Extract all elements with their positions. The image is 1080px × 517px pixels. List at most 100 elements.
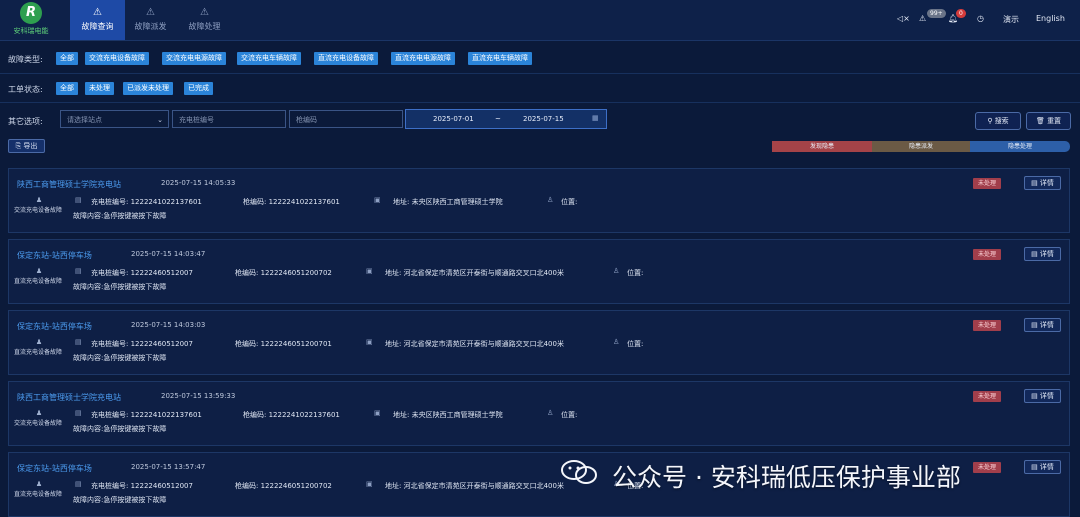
step-dispatch: 隐患派发 (872, 141, 970, 152)
pile-icon: ▤ (75, 409, 82, 417)
station-name[interactable]: 陕西工商管理硕士学院充电站 (17, 392, 121, 403)
gun-code-input[interactable]: 枪编码 (289, 110, 403, 128)
address-label: 地址: (393, 411, 410, 419)
search-button[interactable]: ⚲ 搜索 (975, 112, 1021, 130)
station-placeholder: 请选择站点 (67, 116, 102, 124)
tab-fault-handle[interactable]: ⚠ 故障处理 (177, 0, 232, 40)
location-user-icon: ♙ (613, 338, 620, 346)
station-name[interactable]: 保定东站-站西停车场 (17, 250, 92, 261)
chevron-down-icon: ⌄ (157, 116, 163, 124)
pile-number: 12222460512007 (130, 340, 193, 348)
gun-code-placeholder: 枪编码 (296, 116, 317, 124)
export-label: 导出 (23, 142, 38, 150)
address-label: 地址: (385, 340, 402, 348)
export-button[interactable]: ⎘ 导出 (8, 139, 45, 153)
work-status-chip[interactable]: 已完成 (184, 82, 213, 95)
image-icon: ▣ (366, 267, 373, 275)
warning-icon[interactable]: ⚠ 99+ (919, 9, 946, 23)
detail-button[interactable]: ▤ 详情 (1024, 176, 1061, 190)
pile-icon: ▤ (75, 480, 82, 488)
pile-icon: ▤ (75, 338, 82, 346)
image-icon: ▣ (366, 338, 373, 346)
work-status-chip[interactable]: 全部 (56, 82, 78, 95)
work-status-chip[interactable]: 未处理 (85, 82, 114, 95)
status-badge: 未处理 (973, 462, 1001, 473)
fault-type: 交流充电设备故障 (13, 207, 62, 214)
reset-button[interactable]: 🗑︎ 重置 (1026, 112, 1071, 130)
location-user-icon: ♙ (613, 267, 620, 275)
location-user-icon: ♙ (547, 196, 554, 204)
fault-type-chip[interactable]: 交流充电车辆故障 (237, 52, 301, 65)
search-icon: ⚲ (987, 117, 993, 125)
person-icon: ♟ (35, 196, 43, 204)
divider (0, 102, 1080, 103)
trash-icon: 🗑︎ (1035, 117, 1045, 125)
record-time: 2025-07-15 13:59:33 (161, 392, 236, 400)
station-name[interactable]: 保定东站-站西停车场 (17, 463, 92, 474)
station-name[interactable]: 保定东站-站西停车场 (17, 321, 92, 332)
gun-label: 枪编码: (235, 482, 259, 490)
tab-fault-dispatch[interactable]: ⚠ 故障派发 (123, 0, 178, 40)
location-label: 位置: (561, 411, 578, 419)
gun-label: 枪编码: (243, 411, 267, 419)
tab-label: 故障处理 (188, 22, 221, 31)
date-start: 2025-07-01 (433, 115, 474, 123)
speaker-mute-icon[interactable]: ◁× (897, 14, 910, 23)
demo-user[interactable]: 演示 (1003, 14, 1019, 25)
record-card: 保定东站-站西停车场 2025-07-15 14:03:47 ♟ 直流充电设备故… (8, 239, 1070, 304)
status-badge: 未处理 (973, 249, 1001, 260)
bell-icon[interactable]: 🔔︎ 0 (948, 9, 966, 23)
fault-type-label: 故障类型: (8, 55, 43, 64)
reset-label: 重置 (1047, 117, 1062, 125)
clock-icon[interactable]: ◷ (977, 14, 984, 23)
pile-label: 充电桩编号: (91, 482, 129, 490)
pile-icon: ▤ (75, 267, 82, 275)
record-card: 保定东站-站西停车场 2025-07-15 14:03:03 ♟ 直流充电设备故… (8, 310, 1070, 375)
status-badge: 未处理 (973, 178, 1001, 189)
pile-label: 充电桩编号: (91, 340, 129, 348)
pile-label: 充电桩编号: (91, 198, 129, 206)
detail-button[interactable]: ▤ 详情 (1024, 460, 1061, 474)
gun-label: 枪编码: (235, 269, 259, 277)
date-range-picker[interactable]: 2025-07-01 ~ 2025-07-15 ▦ (405, 109, 607, 129)
pile-number-input[interactable]: 充电桩编号 (172, 110, 286, 128)
image-icon: ▣ (374, 196, 381, 204)
divider (0, 73, 1080, 74)
fault-type-chip[interactable]: 直流充电设备故障 (314, 52, 378, 65)
location-user-icon: ♙ (547, 409, 554, 417)
pile-number: 12222460512007 (130, 482, 193, 490)
search-label: 搜索 (994, 117, 1009, 125)
pile-number-placeholder: 充电桩编号 (179, 116, 214, 124)
address: 未央区陕西工商管理硕士学院 (411, 198, 503, 206)
pile-number: 1222241022137601 (130, 198, 202, 206)
detail-label: 详情 (1039, 250, 1054, 258)
fault-type-chip[interactable]: 直流充电车辆故障 (468, 52, 532, 65)
station-select[interactable]: 请选择站点 ⌄ (60, 110, 169, 128)
station-name[interactable]: 陕西工商管理硕士学院充电站 (17, 179, 121, 190)
person-icon: ♟ (35, 409, 43, 417)
language-switch[interactable]: English (1036, 14, 1065, 23)
address-label: 地址: (385, 482, 402, 490)
fault-type-chip[interactable]: 直流充电电源故障 (391, 52, 455, 65)
fault-type-chip[interactable]: 交流充电电源故障 (162, 52, 226, 65)
image-icon: ▣ (374, 409, 381, 417)
detail-icon: ▤ (1031, 392, 1038, 400)
address: 未央区陕西工商管理硕士学院 (411, 411, 503, 419)
detail-button[interactable]: ▤ 详情 (1024, 247, 1061, 261)
work-status-chip[interactable]: 已派发未处理 (123, 82, 173, 95)
fault-type: 直流充电设备故障 (13, 278, 62, 285)
record-time: 2025-07-15 14:03:47 (131, 250, 206, 258)
fault-type: 直流充电设备故障 (13, 349, 62, 356)
record-time: 2025-07-15 13:57:47 (131, 463, 206, 471)
date-end: 2025-07-15 (523, 115, 564, 123)
detail-button[interactable]: ▤ 详情 (1024, 389, 1061, 403)
logo-text: 安科瑞电能 (13, 27, 49, 35)
fault-type: 直流充电设备故障 (13, 491, 62, 498)
detail-button[interactable]: ▤ 详情 (1024, 318, 1061, 332)
gun-label: 枪编码: (243, 198, 267, 206)
fault-content: 故障内容:急停按键被按下故障 (73, 425, 167, 433)
fault-type-chip[interactable]: 全部 (56, 52, 78, 65)
date-separator: ~ (495, 115, 501, 123)
tab-fault-query[interactable]: ⚠ 故障查询 (70, 0, 125, 40)
fault-type-chip[interactable]: 交流充电设备故障 (85, 52, 149, 65)
